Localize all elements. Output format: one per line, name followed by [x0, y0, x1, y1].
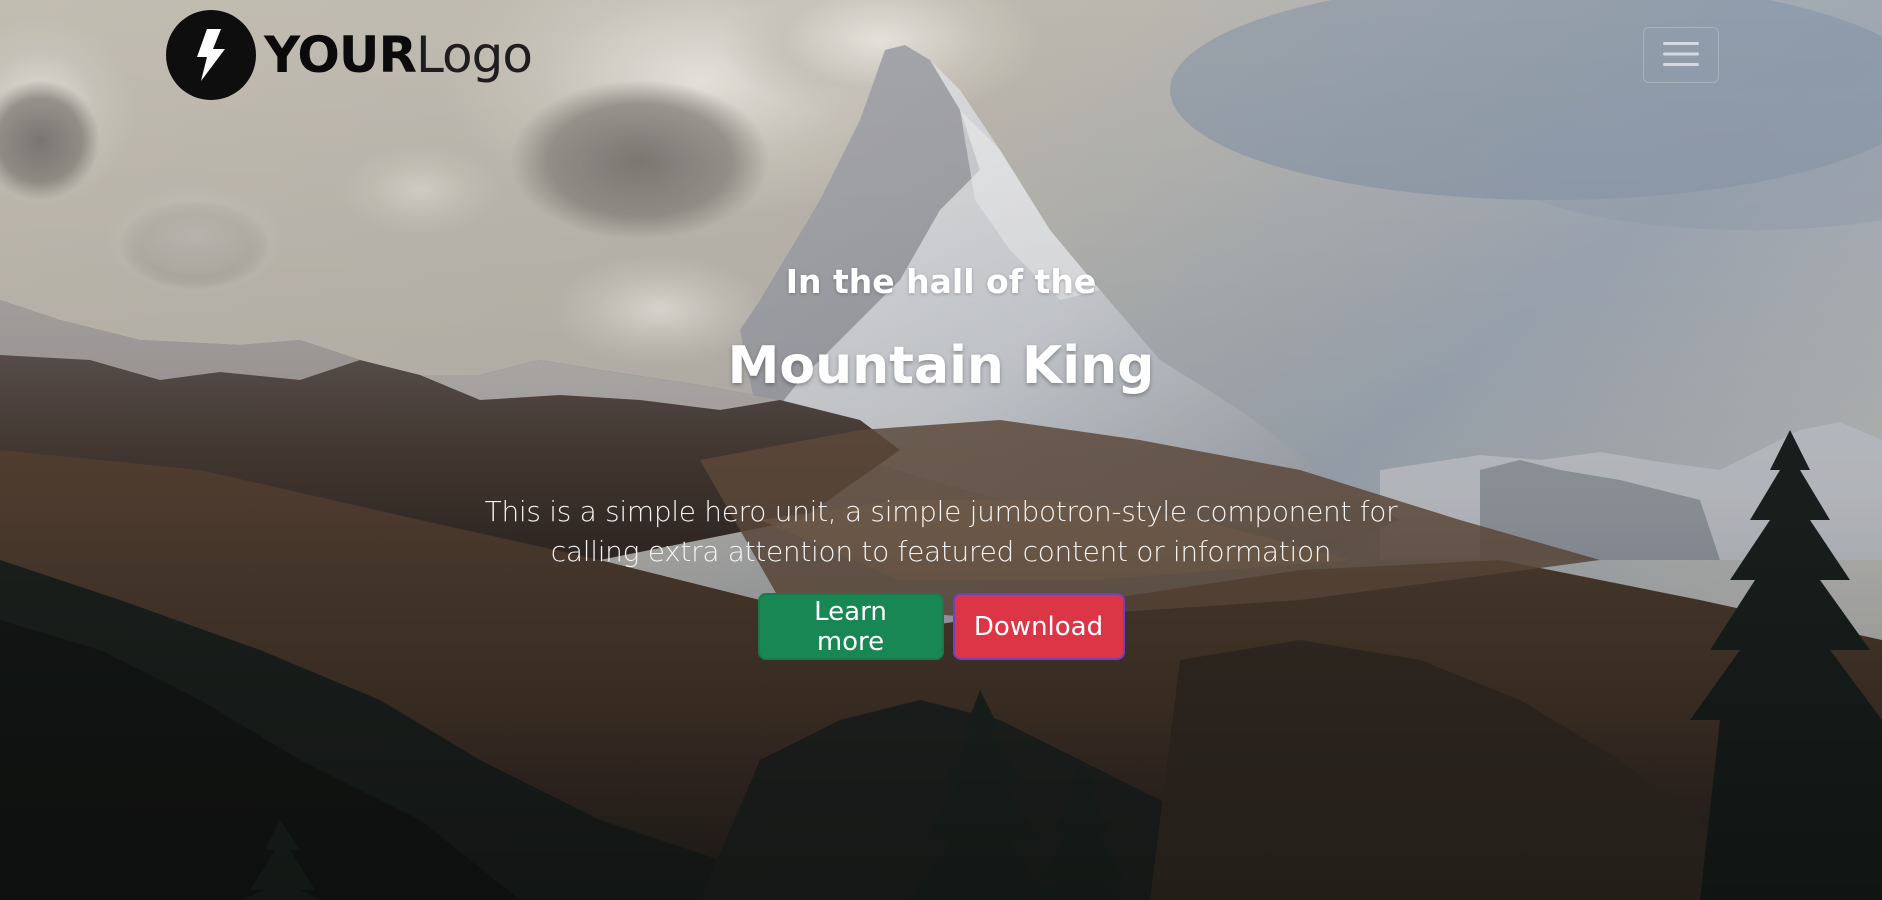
hero-lead-text: This is a simple hero unit, a simple jum…	[484, 495, 1398, 568]
hero-kicker: In the hall of the	[785, 262, 1097, 301]
brand-logo-link[interactable]: YOUR Logo	[166, 10, 533, 100]
lightning-bolt-icon	[166, 10, 256, 100]
brand-text-strong: YOUR	[264, 26, 417, 84]
page: YOUR Logo In the hall of the Mountain Ki…	[0, 0, 1882, 900]
brand-text-light: Logo	[416, 26, 533, 84]
hero-section: In the hall of the Mountain King This is…	[0, 0, 1882, 900]
hamburger-menu-icon	[1663, 40, 1699, 71]
hero-actions: Learn more Download	[0, 593, 1882, 660]
navbar: YOUR Logo	[0, 0, 1882, 110]
download-button[interactable]: Download	[952, 593, 1125, 660]
brand-wordmark: YOUR Logo	[264, 26, 533, 84]
hero-title: Mountain King	[727, 336, 1155, 396]
learn-more-button[interactable]: Learn more	[757, 593, 944, 660]
navbar-toggler-button[interactable]	[1643, 27, 1719, 83]
